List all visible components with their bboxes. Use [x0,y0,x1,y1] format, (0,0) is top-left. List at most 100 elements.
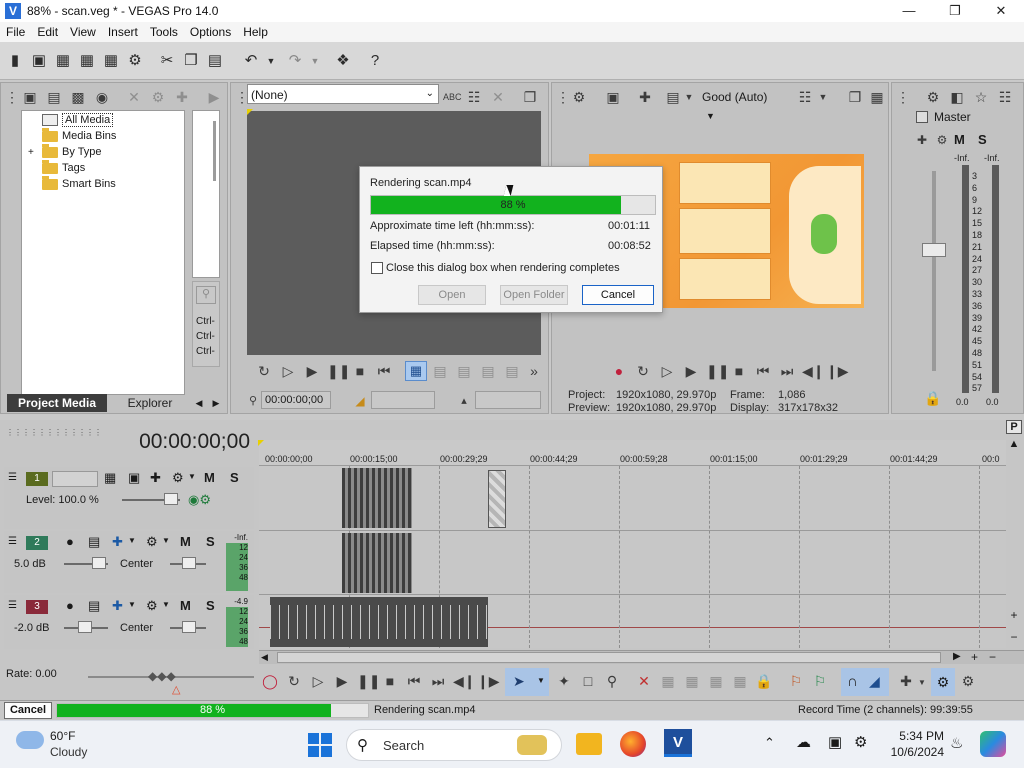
scrollbar-thumb[interactable] [277,652,941,663]
network-icon[interactable]: ☁ [796,733,811,751]
tree-media-bins[interactable]: Media Bins [42,127,116,144]
master-solo-button[interactable]: S [978,132,987,147]
go-to-start-icon[interactable]: ⏮ [405,672,423,690]
menu-file[interactable]: File [0,25,31,39]
timeline-timecode[interactable]: 00:00:00;00 [130,430,250,454]
get-media-icon[interactable]: ▩ [69,88,87,106]
weather-condition[interactable]: Cloudy [50,745,87,759]
zoom-in-icon[interactable]: + [1008,608,1020,622]
track-fx-gear-icon[interactable]: ⚙ [146,598,158,614]
master-pan-icon[interactable]: ✚ [914,131,930,149]
trimmer-timecode[interactable]: 00:00:00;00 [261,391,331,409]
clear-icon[interactable]: ✕ [489,88,507,106]
save-icon[interactable]: ▦ [54,52,72,70]
loop-icon[interactable]: ↻ [634,362,652,380]
track-mute-button[interactable]: M [204,470,215,485]
pan-icon[interactable]: ▤ [503,362,521,380]
render-icon[interactable]: ❖ [334,52,352,70]
level-slider-handle[interactable] [164,493,178,505]
region-icon[interactable]: ⚐ [811,672,829,690]
next-frame-icon[interactable]: ❙▶ [477,672,500,690]
chevron-down-icon[interactable]: ▼ [162,536,170,545]
markers-icon[interactable]: ☷ [465,88,483,106]
split-icon[interactable]: ▦ [731,672,749,690]
preview-properties-gear-icon[interactable]: ⚙ [570,88,588,106]
tree-tags[interactable]: Tags [42,159,85,176]
track-collapse-icon[interactable]: ☰ [8,472,17,483]
track-solo-button[interactable]: S [206,534,215,549]
pan-slider-handle[interactable] [182,557,196,569]
audio-clip[interactable] [342,533,412,593]
taskbar-search[interactable]: ⚲ Search [346,729,562,761]
pause-icon[interactable]: ❚❚ [357,672,380,690]
tab-scroll-right-icon[interactable]: ▶ [208,394,224,412]
window-icon[interactable]: ❐ [521,88,539,106]
media-list-pane[interactable] [192,110,220,278]
clock-date[interactable]: 10/6/2024 [884,745,944,759]
firefox-icon[interactable] [620,731,646,757]
stop-icon[interactable]: ■ [381,672,399,690]
p-button[interactable]: P [1006,420,1022,434]
remove-icon[interactable]: ✕ [125,88,143,106]
lock-envelopes-icon[interactable]: ⚙ [931,668,955,696]
play-from-start-icon[interactable]: ▷ [279,362,297,380]
open-button[interactable]: Open [418,285,486,305]
downmix-icon[interactable]: ◧ [948,88,966,106]
chevron-down-icon[interactable]: ▼ [128,536,136,545]
grid-icon[interactable]: ☷ [796,88,814,106]
previous-frame-icon[interactable]: ◀❙ [453,672,476,690]
insert-icon[interactable]: ▤ [431,362,449,380]
track-fx-gear-icon[interactable]: ⚙ [172,470,184,486]
capture-video-icon[interactable]: ▤ [45,88,63,106]
crossfade-icon[interactable]: ✚ [897,672,915,690]
play-icon[interactable]: ▶ [303,362,321,380]
track-header-1[interactable]: ☰ 1 ▦ ▣ ✚ ⚙ ▼ M S Level: 100.0 % ◉⚙ [4,467,254,529]
preview-quality[interactable]: Good (Auto) ▼ [702,88,782,121]
ignore-grouping-icon[interactable]: ⚙ [959,672,977,690]
chevron-down-icon[interactable]: ▼ [128,600,136,609]
menu-edit[interactable]: Edit [31,25,64,39]
play-from-start-icon[interactable]: ▷ [658,362,676,380]
zoom-icon[interactable]: ⚲ [196,286,216,304]
track-effects-icon[interactable]: ◉⚙ [188,492,211,508]
track-pan-icon[interactable]: ✚ [112,534,123,550]
weather-temp[interactable]: 60°F [50,729,75,743]
track-fx-gear-icon[interactable]: ⚙ [146,534,158,550]
volume-slider-handle[interactable] [78,621,92,633]
track-motion-icon[interactable]: ▦ [104,470,116,486]
overlays-dropdown-icon[interactable]: ▼ [684,88,694,106]
arm-record-icon[interactable]: ● [66,598,74,613]
compositing-icon[interactable]: ▣ [128,470,140,486]
track-header-2[interactable]: ☰ 2 ● ▤ ✚ ▼ ⚙ ▼ M S 5.0 dB Center -Inf. … [4,531,254,593]
save-snapshot-icon[interactable]: ▦ [868,88,886,106]
track-pan-icon[interactable]: ✚ [112,598,123,614]
tree-all-media[interactable]: All Media [42,112,114,128]
tree-by-type[interactable]: + By Type [28,143,102,160]
zoom-in-icon[interactable]: + [971,650,978,664]
undo-dropdown-icon[interactable]: ▼ [262,52,280,70]
volume-slider-handle[interactable] [92,557,106,569]
new-icon[interactable]: ▮ [6,52,24,70]
expand-icon[interactable]: + [28,147,34,158]
menu-view[interactable]: View [64,25,102,39]
go-to-end-icon[interactable]: ⏭ [429,672,447,690]
dialog-cancel-button[interactable]: Cancel [582,285,654,305]
redo-dropdown-icon[interactable]: ▼ [306,52,324,70]
track-collapse-icon[interactable]: ☰ [8,536,17,547]
zoom-out-icon[interactable]: − [1008,630,1020,644]
settings-gear-icon[interactable]: ⚙ [854,733,867,751]
help-icon[interactable]: ? [366,52,384,70]
go-to-start-icon[interactable]: ⏮ [754,362,772,380]
pause-icon[interactable]: ❚❚ [706,362,729,380]
copilot-icon[interactable] [980,731,1006,757]
chevron-down-icon[interactable]: ▼ [188,472,196,481]
windows-start-icon[interactable] [308,733,332,757]
stop-icon[interactable]: ■ [730,362,748,380]
video-clip[interactable] [342,468,412,528]
loop-icon[interactable]: ↻ [285,672,303,690]
trimmer-media-dropdown[interactable]: (None) ⌄ [247,84,439,104]
master-fader-handle[interactable] [922,243,946,257]
track-mute-button[interactable]: M [180,598,191,613]
render-as-icon[interactable]: ▦ [102,52,120,70]
status-cancel-button[interactable]: Cancel [4,702,52,719]
